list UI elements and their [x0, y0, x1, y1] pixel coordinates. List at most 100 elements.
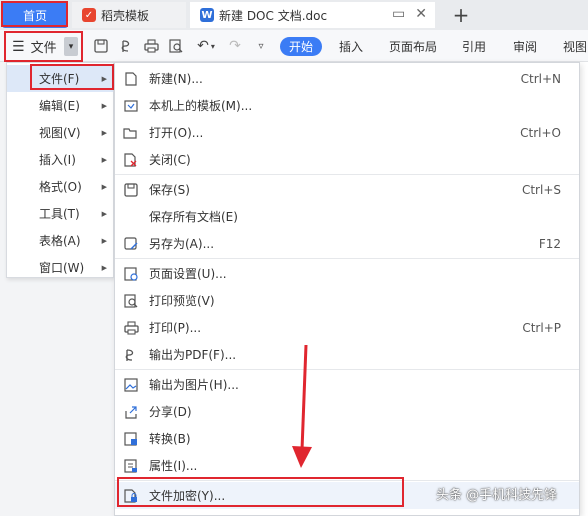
submenu-arrow-icon: ▶: [101, 182, 107, 191]
save-icon: [123, 182, 139, 198]
menu-open[interactable]: 打开(O)... Ctrl+O: [115, 119, 579, 146]
menu-local-templates[interactable]: 本机上的模板(M)...: [115, 92, 579, 119]
submenu-arrow-icon: ▶: [101, 74, 107, 83]
menu-print-preview[interactable]: 打印预览(V): [115, 287, 579, 314]
shortcut-label: Ctrl+P: [522, 320, 561, 335]
toolbar: ☰ 文件 ▾ ↶ ▾ ↷ ▿ 开始 插入 页面布局 引用 审阅 视图: [0, 30, 588, 62]
watermark: 头条 @手机科技先锋: [436, 488, 558, 503]
menu-new[interactable]: 新建(N)... Ctrl+N: [115, 65, 579, 92]
convert-icon: [123, 431, 139, 447]
shortcut-label: Ctrl+N: [520, 71, 561, 86]
print-icon: [123, 320, 139, 336]
menu-print[interactable]: 打印(P)... Ctrl+P: [115, 314, 579, 341]
menu-convert[interactable]: 转换(B): [115, 425, 579, 452]
menu-label: 保存所有文档(E): [149, 210, 238, 224]
menu-item-format[interactable]: 格式(O) ▶: [7, 173, 113, 200]
ribbon-tab-view[interactable]: 视图: [563, 37, 587, 56]
menu-export-image[interactable]: 输出为图片(H)...: [115, 371, 579, 398]
new-tab-button[interactable]: +: [448, 2, 474, 28]
tab-document[interactable]: W 新建 DOC 文档.doc ▭ ✕: [190, 2, 435, 28]
export-pdf-icon: [123, 347, 139, 363]
submenu-arrow-icon: ▶: [101, 236, 107, 245]
print-preview-icon[interactable]: [167, 37, 185, 55]
file-submenu: 新建(N)... Ctrl+N 本机上的模板(M)... 打开(O)... Ct…: [114, 62, 580, 516]
menu-label: 打印预览(V): [149, 294, 215, 308]
ribbon-tab-references[interactable]: 引用: [462, 37, 486, 56]
menu-item-table[interactable]: 表格(A) ▶: [7, 227, 113, 254]
ribbon-tab-review[interactable]: 审阅: [513, 37, 537, 56]
window-restore-icon[interactable]: ▭: [392, 6, 405, 22]
menu-label: 属性(I)...: [149, 459, 198, 473]
submenu-arrow-icon: ▶: [101, 209, 107, 218]
redo-icon[interactable]: ↷: [226, 37, 244, 55]
file-menu-button[interactable]: ☰ 文件 ▾: [4, 33, 82, 60]
print-icon[interactable]: [142, 37, 160, 55]
menu-label: 转换(B): [149, 432, 191, 446]
menu-label: 文件加密(Y)...: [149, 489, 226, 503]
hamburger-icon: ☰: [12, 38, 25, 55]
ribbon-tab-layout[interactable]: 页面布局: [389, 37, 437, 56]
menu-label: 打印(P)...: [149, 321, 202, 335]
menu-item-edit[interactable]: 编辑(E) ▶: [7, 92, 113, 119]
menu-item-file[interactable]: 文件(F) ▶: [7, 65, 113, 92]
shortcut-label: F12: [538, 236, 561, 251]
tab-document-label: 新建 DOC 文档.doc: [219, 8, 328, 23]
tab-daoke-label: 稻壳模板: [101, 8, 150, 23]
menu-save-all[interactable]: 保存所有文档(E): [115, 203, 579, 230]
red-arrow-annotation: [292, 344, 312, 468]
menu-item-insert[interactable]: 插入(I) ▶: [7, 146, 113, 173]
menu-save-as[interactable]: 另存为(A)... F12: [115, 230, 579, 257]
menu-page-setup[interactable]: 页面设置(U)...: [115, 260, 579, 287]
ribbon-tab-start[interactable]: 开始: [280, 37, 323, 56]
menu-label: 新建(N)...: [149, 72, 203, 86]
menu-item-label: 视图(V): [39, 126, 81, 140]
shortcut-label: Ctrl+O: [520, 125, 561, 140]
new-doc-icon: [123, 71, 139, 87]
submenu-arrow-icon: ▶: [101, 263, 107, 272]
chevron-down-icon[interactable]: ▾: [64, 37, 78, 56]
menu-label: 关闭(C): [149, 153, 191, 167]
menu-label: 分享(D): [149, 405, 192, 419]
menu-item-label: 表格(A): [39, 234, 81, 248]
menu-label: 输出为图片(H)...: [149, 378, 239, 392]
menu-divider: [115, 174, 579, 175]
save-as-icon: [123, 236, 139, 252]
menu-close[interactable]: 关闭(C): [115, 146, 579, 173]
undo-icon[interactable]: ↶ ▾: [193, 37, 219, 55]
menu-label: 页面设置(U)...: [149, 267, 227, 281]
close-doc-icon: [123, 152, 139, 168]
menu-export-pdf[interactable]: 输出为PDF(F)...: [115, 341, 579, 368]
menu-divider: [115, 480, 579, 481]
export-pdf-icon[interactable]: [118, 37, 136, 55]
menu-item-window[interactable]: 窗口(W) ▶: [7, 254, 113, 281]
menu-item-label: 格式(O): [39, 180, 82, 194]
main-menu: 文件(F) ▶ 编辑(E) ▶ 视图(V) ▶ 插入(I) ▶ 格式(O) ▶ 工具(T)…: [6, 62, 114, 278]
close-tab-icon[interactable]: ✕: [415, 6, 427, 22]
menu-item-view[interactable]: 视图(V) ▶: [7, 119, 113, 146]
writer-doc-icon: W: [200, 8, 214, 22]
menu-label: 本机上的模板(M)...: [149, 99, 253, 113]
menu-divider: [115, 369, 579, 370]
save-icon[interactable]: [92, 37, 110, 55]
menu-save[interactable]: 保存(S) Ctrl+S: [115, 176, 579, 203]
tab-home[interactable]: 首页: [2, 2, 68, 28]
menu-item-tools[interactable]: 工具(T) ▶: [7, 200, 113, 227]
file-menu-label: 文件: [30, 41, 57, 56]
print-preview-icon: [123, 293, 139, 309]
daoke-logo-icon: ✓: [82, 8, 96, 22]
menu-label: 另存为(A)...: [149, 237, 215, 251]
submenu-arrow-icon: ▶: [101, 155, 107, 164]
more-chevron-icon[interactable]: ▿: [252, 37, 270, 55]
menu-item-label: 窗口(W): [39, 261, 85, 275]
menu-properties[interactable]: 属性(I)...: [115, 452, 579, 479]
submenu-arrow-icon: ▶: [101, 101, 107, 110]
menu-label: 打开(O)...: [149, 126, 204, 140]
menu-share[interactable]: 分享(D): [115, 398, 579, 425]
menu-item-label: 插入(I): [39, 153, 76, 167]
ribbon-tab-insert[interactable]: 插入: [339, 37, 363, 56]
menu-item-label: 工具(T): [39, 207, 80, 221]
menu-item-label: 文件(F): [39, 72, 80, 86]
menu-label: 保存(S): [149, 183, 190, 197]
tab-daoke-templates[interactable]: ✓ 稻壳模板: [72, 2, 186, 28]
folder-open-icon: [123, 125, 139, 141]
